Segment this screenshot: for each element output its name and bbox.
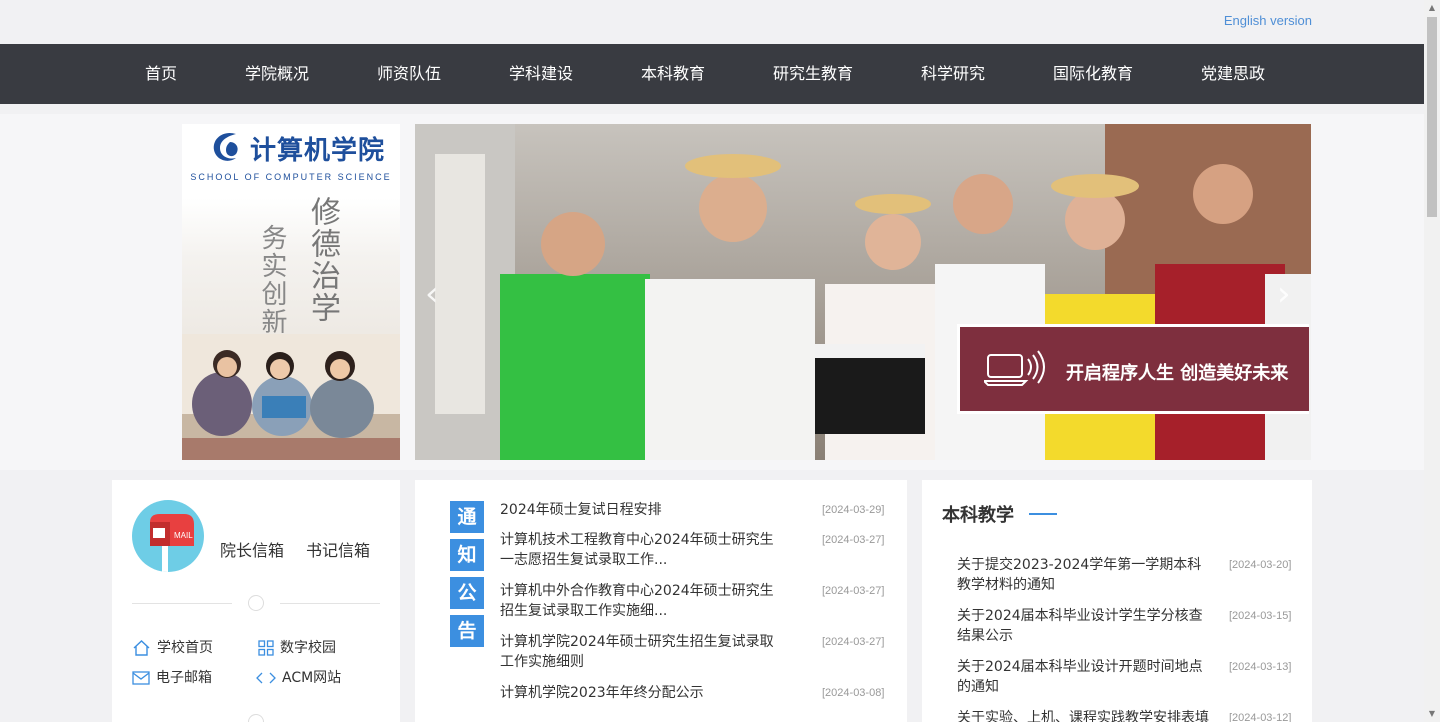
scroll-down-arrow-icon[interactable]: ▼	[1424, 706, 1440, 722]
grid-icon	[258, 640, 274, 656]
divider-left	[132, 603, 232, 604]
motto-line-2: 务实创新	[257, 224, 287, 336]
undergrad-item-date: [2024-03-15]	[1229, 610, 1292, 622]
slider-caption-text: 开启程序人生 创造美好未来	[1066, 363, 1289, 384]
undergrad-item-title[interactable]: 关于2024届本科毕业设计学生学分核查结果公示	[957, 606, 1209, 646]
envelope-icon	[132, 671, 150, 685]
divider-circle	[248, 595, 264, 611]
banner-slider[interactable]: ‹ › 开启程序人生 创造美好未来	[415, 124, 1311, 460]
quick-link-label: 数字校园	[280, 640, 336, 656]
notice-item-title[interactable]: 2024年硕士复试日程安排	[500, 500, 780, 520]
code-icon	[256, 672, 276, 684]
mailbox-icon: MAIL	[132, 500, 204, 572]
section-title-underline	[1029, 513, 1057, 515]
quick-link-label: 学校首页	[157, 640, 213, 656]
notice-item-title[interactable]: 计算机学院2023年年终分配公示	[500, 683, 780, 703]
page-scrollbar[interactable]: ▲ ▼	[1424, 0, 1440, 722]
notice-tag-char: 告	[450, 615, 484, 647]
school-emblem-icon	[213, 132, 238, 161]
nav-item-home[interactable]: 首页	[145, 44, 177, 104]
nav-item-graduate[interactable]: 研究生教育	[773, 44, 853, 104]
notice-item-title[interactable]: 计算机学院2024年硕士研究生招生复试录取工作实施细则	[500, 632, 780, 672]
quick-link-acm[interactable]: ACM网站	[256, 668, 341, 688]
home-icon	[133, 640, 150, 656]
motto-line-1: 修德治学	[305, 196, 340, 324]
top-bar: English version	[0, 0, 1424, 44]
notice-tag-char: 知	[450, 539, 484, 571]
main-nav: 首页 学院概况 师资队伍 学科建设 本科教育 研究生教育 科学研究 国际化教育 …	[0, 44, 1424, 104]
notice-item-date: [2024-03-27]	[822, 585, 885, 597]
undergrad-item-date: [2024-03-13]	[1229, 661, 1292, 673]
nav-item-about[interactable]: 学院概况	[245, 44, 309, 104]
notice-item-title[interactable]: 计算机技术工程教育中心2024年硕士研究生一志愿招生复试录取工作...	[500, 530, 780, 570]
secretary-mailbox-link[interactable]: 书记信箱	[306, 537, 370, 561]
notice-item-date: [2024-03-29]	[822, 504, 885, 516]
dean-mailbox-link[interactable]: 院长信箱	[220, 537, 284, 561]
notices-card: 通 知 公 告 2024年硕士复试日程安排 [2024-03-29] 计算机技术…	[415, 480, 907, 722]
divider-circle-bottom	[248, 714, 264, 722]
slider-caption: 开启程序人生 创造美好未来	[957, 324, 1309, 414]
mailbox-card: MAIL 院长信箱 书记信箱 学校首页 数字校园 电子邮箱 ACM网站	[112, 480, 400, 722]
quick-link-email[interactable]: 电子邮箱	[132, 668, 212, 688]
quick-link-school-home[interactable]: 学校首页	[132, 638, 213, 658]
school-logo-panel: 计算机学院 SCHOOL OF COMPUTER SCIENCE 修德治学 务实…	[182, 124, 400, 460]
school-name-cn: 计算机学院	[250, 136, 386, 166]
laptop-signal-icon	[984, 350, 1045, 386]
undergrad-item-title[interactable]: 关于实验、上机、课程实践教学安排表填	[957, 708, 1209, 722]
undergrad-item-title[interactable]: 关于提交2023-2024学年第一学期本科教学材料的通知	[957, 555, 1209, 595]
undergrad-item-title[interactable]: 关于2024届本科毕业设计开题时间地点的通知	[957, 657, 1209, 697]
notice-item-title[interactable]: 计算机中外合作教育中心2024年硕士研究生招生复试录取工作实施细...	[500, 581, 780, 621]
notice-item-date: [2024-03-27]	[822, 636, 885, 648]
undergrad-item-date: [2024-03-12]	[1229, 712, 1292, 722]
slider-next-arrow[interactable]: ›	[1277, 274, 1291, 314]
english-version-link[interactable]: English version	[1224, 13, 1312, 28]
notice-tag-char: 通	[450, 501, 484, 533]
scrollbar-thumb[interactable]	[1427, 17, 1437, 217]
notice-item-date: [2024-03-27]	[822, 534, 885, 546]
students-reading-image	[182, 334, 400, 460]
quick-link-label: ACM网站	[282, 670, 342, 686]
quick-link-label: 电子邮箱	[156, 670, 212, 686]
nav-item-research[interactable]: 科学研究	[921, 44, 985, 104]
nav-item-discipline[interactable]: 学科建设	[509, 44, 573, 104]
undergrad-teaching-card: 本科教学 关于提交2023-2024学年第一学期本科教学材料的通知 [2024-…	[922, 480, 1312, 722]
quick-link-digital-campus[interactable]: 数字校园	[258, 638, 336, 658]
nav-item-party[interactable]: 党建思政	[1201, 44, 1265, 104]
notice-item-date: [2024-03-08]	[822, 687, 885, 699]
nav-item-undergraduate[interactable]: 本科教育	[641, 44, 705, 104]
svg-text:MAIL: MAIL	[174, 531, 193, 540]
school-name-en: SCHOOL OF COMPUTER SCIENCE	[190, 172, 392, 182]
scroll-up-arrow-icon[interactable]: ▲	[1424, 0, 1440, 16]
slider-prev-arrow[interactable]: ‹	[425, 274, 439, 314]
nav-item-faculty[interactable]: 师资队伍	[377, 44, 441, 104]
section-title[interactable]: 本科教学	[942, 501, 1014, 527]
divider-right	[280, 603, 380, 604]
undergrad-item-date: [2024-03-20]	[1229, 559, 1292, 571]
nav-item-international[interactable]: 国际化教育	[1053, 44, 1133, 104]
notice-tag-char: 公	[450, 577, 484, 609]
